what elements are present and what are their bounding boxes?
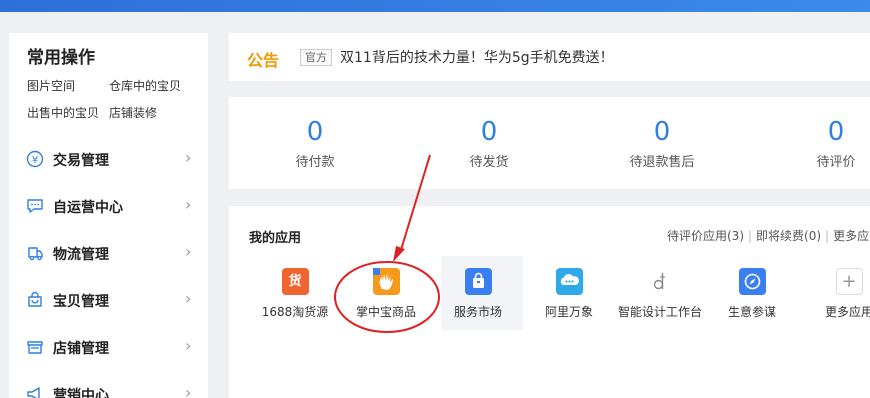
chevron-right-icon: › bbox=[185, 383, 192, 398]
bag-icon bbox=[28, 291, 42, 307]
sidebar-item-label: 营销中心 bbox=[53, 388, 109, 398]
yuan-circle-icon: ¥ bbox=[26, 150, 44, 168]
sidebar-item-products[interactable]: 宝贝管理 › bbox=[9, 282, 208, 318]
app-label: 掌中宝商品 bbox=[355, 305, 416, 319]
app-label: 生意参谋 bbox=[727, 305, 776, 319]
chevron-right-icon: › bbox=[185, 336, 192, 355]
announcement-bar: 公告 官方 双11背后的技术力量！华为5g手机免费送！ bbox=[229, 33, 870, 81]
app-label: 更多应用 bbox=[824, 305, 870, 319]
my-apps-panel: 我的应用 待评价应用(3) | 即将续费(0) | 更多应 货 1688淘货源 掌中宝商… bbox=[229, 206, 870, 398]
stat-value: 0 bbox=[827, 117, 845, 147]
plus-icon: + bbox=[835, 268, 863, 295]
compass-icon bbox=[738, 268, 766, 295]
sidebar-item-store[interactable]: 店铺管理 › bbox=[9, 329, 208, 365]
stat-label: 待发货 bbox=[469, 155, 509, 170]
app-ali-wanxiang[interactable]: 阿里万象 bbox=[519, 268, 619, 320]
svg-text:¥: ¥ bbox=[32, 155, 38, 166]
chat-bubble-icon bbox=[27, 199, 43, 213]
quick-link-warehouse-items[interactable]: 仓库中的宝贝 bbox=[109, 77, 181, 94]
sidebar-item-label: 宝贝管理 bbox=[53, 294, 109, 310]
sidebar-item-trade[interactable]: ¥ 交易管理 › bbox=[9, 141, 208, 177]
app-icon-glyph: 货 bbox=[288, 274, 302, 289]
chevron-right-icon: › bbox=[185, 148, 192, 167]
link-separator: | bbox=[825, 229, 830, 243]
stat-label: 待退款售后 bbox=[629, 155, 695, 170]
shopping-bag-icon-glyph bbox=[472, 272, 484, 288]
announcement-link[interactable]: 双11背后的技术力量！华为5g手机免费送！ bbox=[340, 47, 614, 67]
design-d-icon bbox=[646, 268, 674, 295]
stat-label: 待评价 bbox=[816, 155, 856, 170]
quick-link-on-sale-items[interactable]: 出售中的宝贝 bbox=[27, 104, 99, 121]
app-label: 智能设计工作台 bbox=[617, 305, 702, 319]
megaphone-icon bbox=[27, 387, 40, 398]
stat-pending-payment[interactable]: 0 待付款 bbox=[255, 117, 375, 170]
more-apps-link[interactable]: 更多应 bbox=[833, 229, 869, 243]
app-business-advisor[interactable]: 生意参谋 bbox=[702, 268, 802, 320]
order-stats-panel: 0 待付款 0 待发货 0 待退款售后 0 待评价 bbox=[229, 97, 870, 189]
stat-value: 0 bbox=[306, 117, 324, 147]
stat-pending-shipment[interactable]: 0 待发货 bbox=[429, 117, 549, 170]
stat-value: 0 bbox=[480, 117, 498, 147]
truck-icon bbox=[28, 247, 43, 261]
cloud-chat-icon-glyph bbox=[560, 274, 579, 285]
store-icon bbox=[27, 341, 43, 354]
plus-glyph: + bbox=[841, 270, 857, 292]
stat-label: 待付款 bbox=[295, 155, 335, 170]
sidebar-item-label: 自运营中心 bbox=[53, 200, 123, 216]
sidebar-item-logistics[interactable]: 物流管理 › bbox=[9, 235, 208, 271]
palm-hand-icon bbox=[372, 268, 400, 295]
sidebar-title: 常用操作 bbox=[27, 48, 95, 68]
sidebar-item-label: 店铺管理 bbox=[53, 341, 109, 357]
stat-pending-refund[interactable]: 0 待退款售后 bbox=[602, 117, 722, 170]
app-smart-design-workbench[interactable]: 智能设计工作台 bbox=[610, 268, 710, 320]
announcement-label: 公告 bbox=[247, 51, 280, 70]
compass-icon-glyph bbox=[744, 273, 760, 290]
quick-link-shop-decoration[interactable]: 店铺装修 bbox=[109, 104, 157, 121]
app-more-apps[interactable]: + 更多应用 bbox=[799, 268, 870, 320]
design-d-icon-glyph bbox=[653, 273, 665, 290]
official-tag: 官方 bbox=[300, 49, 332, 66]
sidebar-item-marketing[interactable]: 营销中心 › bbox=[9, 376, 208, 398]
app-1688-taohuoyuan[interactable]: 货 1688淘货源 bbox=[245, 268, 345, 320]
stat-value: 0 bbox=[653, 117, 671, 147]
app-palm-treasure-products[interactable]: 掌中宝商品 bbox=[336, 268, 436, 320]
sidebar-item-self-operation[interactable]: 自运营中心 › bbox=[9, 188, 208, 224]
apps-header-links: 待评价应用(3) | 即将续费(0) | 更多应 bbox=[667, 227, 869, 244]
cloud-chat-icon bbox=[555, 268, 583, 295]
palm-hand-icon-glyph bbox=[372, 268, 393, 290]
sidebar: 常用操作 图片空间 仓库中的宝贝 出售中的宝贝 店铺装修 ¥ 交易管理 › 自运… bbox=[9, 33, 208, 398]
chevron-right-icon: › bbox=[185, 289, 192, 308]
app-label: 阿里万象 bbox=[544, 305, 593, 319]
chevron-right-icon: › bbox=[185, 242, 192, 261]
sidebar-item-label: 物流管理 bbox=[53, 247, 109, 263]
sidebar-item-label: 交易管理 bbox=[53, 153, 109, 169]
renewal-soon-link[interactable]: 即将续费(0) bbox=[756, 229, 821, 243]
stat-pending-review[interactable]: 0 待评价 bbox=[776, 117, 870, 170]
chevron-right-icon: › bbox=[185, 195, 192, 214]
pending-review-apps-link[interactable]: 待评价应用(3) bbox=[667, 229, 744, 243]
app-service-market[interactable]: 服务市场 bbox=[428, 268, 528, 320]
app-label: 服务市场 bbox=[453, 305, 502, 319]
taohuoyuan-icon: 货 bbox=[281, 268, 309, 295]
top-accent-bar bbox=[0, 0, 870, 12]
my-apps-title: 我的应用 bbox=[249, 231, 302, 246]
app-label: 1688淘货源 bbox=[261, 305, 329, 319]
shopping-bag-icon bbox=[464, 268, 492, 295]
link-separator: | bbox=[748, 229, 753, 243]
quick-link-image-space[interactable]: 图片空间 bbox=[27, 77, 75, 94]
